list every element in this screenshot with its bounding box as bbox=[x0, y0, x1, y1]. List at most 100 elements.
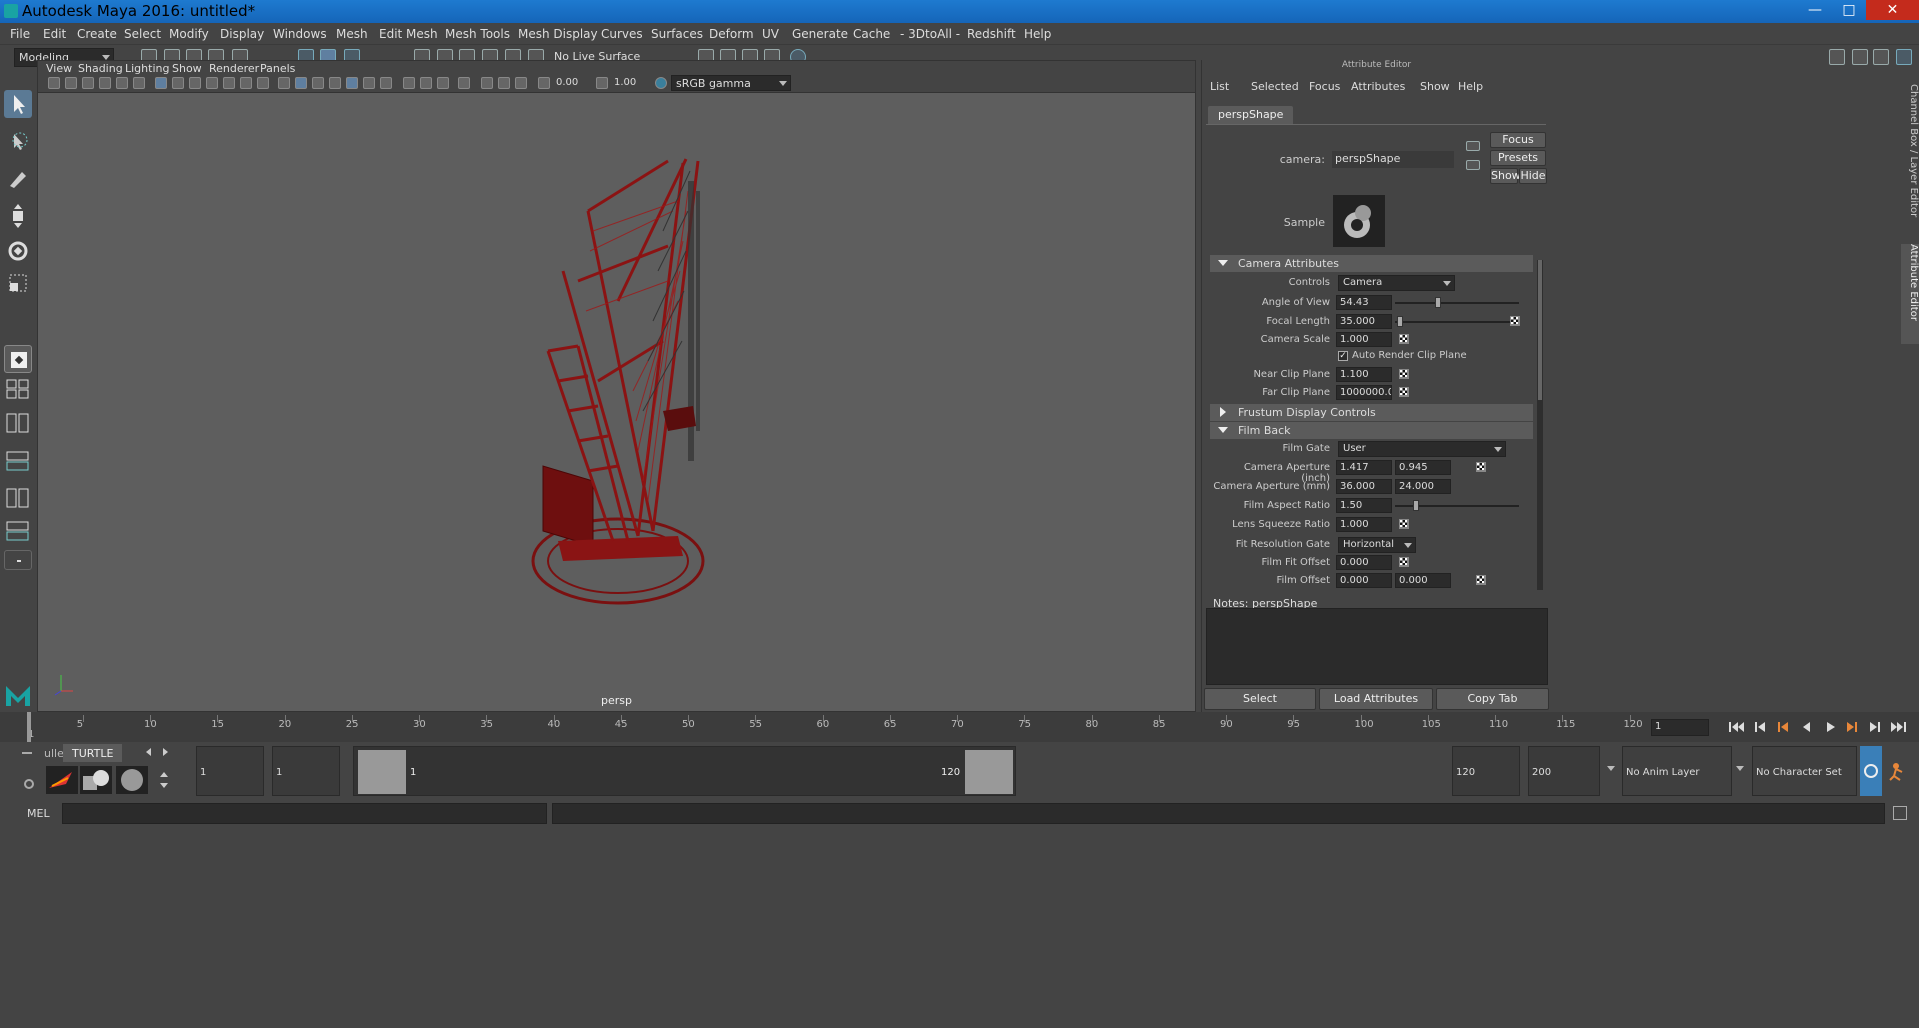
film-offset-x-field[interactable]: 0.000 bbox=[1336, 573, 1392, 588]
menu-mesh-display[interactable]: Mesh Display bbox=[518, 27, 598, 41]
slider-handle[interactable] bbox=[1413, 500, 1419, 511]
smooth-shade-icon[interactable] bbox=[295, 77, 307, 89]
hide-button[interactable]: Hide bbox=[1519, 168, 1547, 184]
layout-custom-icon[interactable] bbox=[4, 550, 32, 570]
shelf-redshift-icon[interactable] bbox=[46, 766, 78, 794]
exposure-field[interactable]: 0.00 bbox=[553, 76, 593, 91]
crane-model[interactable] bbox=[518, 151, 738, 621]
layout-hypershade-icon[interactable] bbox=[4, 520, 32, 542]
aperture-inch-y-field[interactable]: 0.945 bbox=[1395, 460, 1451, 475]
select-camera-icon[interactable] bbox=[48, 77, 60, 89]
near-clip-map-icon[interactable] bbox=[1399, 369, 1409, 379]
anti-aliasing-icon[interactable] bbox=[437, 77, 449, 89]
attribute-scrollbar[interactable] bbox=[1537, 260, 1543, 590]
camera-node-field[interactable]: perspShape bbox=[1332, 151, 1454, 168]
two-d-pan-icon[interactable] bbox=[116, 77, 128, 89]
menu-file[interactable]: File bbox=[10, 27, 30, 41]
near-clip-field[interactable]: 1.100 bbox=[1336, 367, 1392, 382]
input-connection-icon[interactable] bbox=[1466, 141, 1480, 151]
ae-menu-focus[interactable]: Focus bbox=[1309, 80, 1340, 93]
layout-side-by-side-icon[interactable] bbox=[4, 412, 32, 434]
ae-menu-list[interactable]: List bbox=[1210, 80, 1229, 93]
shelf-tab-turtle[interactable]: TURTLE bbox=[63, 744, 123, 762]
angle-of-view-slider[interactable] bbox=[1395, 297, 1519, 308]
range-end-handle[interactable] bbox=[965, 750, 1013, 794]
aperture-inch-map-icon[interactable] bbox=[1476, 462, 1486, 472]
layout-four-pane-icon[interactable] bbox=[4, 378, 32, 400]
output-connection-icon[interactable] bbox=[1466, 160, 1480, 170]
channel-box-toggle-icon[interactable] bbox=[1896, 49, 1912, 65]
focal-length-field[interactable]: 35.000 bbox=[1336, 314, 1392, 329]
lens-squeeze-map-icon[interactable] bbox=[1399, 519, 1409, 529]
section-film-back[interactable]: Film Back bbox=[1210, 422, 1533, 439]
film-gate-dropdown[interactable]: User bbox=[1338, 441, 1506, 457]
layout-persp-graph-icon[interactable] bbox=[4, 487, 32, 509]
tool-settings-icon[interactable] bbox=[1873, 49, 1889, 65]
scrollbar-thumb[interactable] bbox=[1538, 260, 1542, 400]
viewport-menu-view[interactable]: View bbox=[46, 62, 72, 75]
shelf-scroll-left-icon[interactable] bbox=[146, 748, 151, 756]
current-time-marker[interactable] bbox=[27, 712, 31, 742]
viewport-menu-panels[interactable]: Panels bbox=[260, 62, 295, 75]
tab-channel-box[interactable]: Channel Box / Layer Editor bbox=[1901, 84, 1919, 234]
angle-of-view-field[interactable]: 54.43 bbox=[1336, 295, 1392, 310]
menu-generate[interactable]: Generate bbox=[792, 27, 848, 41]
range-end-field[interactable]: 120 bbox=[1452, 746, 1520, 796]
shelf-material-icon[interactable] bbox=[80, 766, 112, 794]
film-offset-y-field[interactable]: 0.000 bbox=[1395, 573, 1451, 588]
start-time-field[interactable]: 1 bbox=[196, 746, 264, 796]
presets-button[interactable]: Presets bbox=[1490, 150, 1546, 166]
aperture-mm-x-field[interactable]: 36.000 bbox=[1336, 479, 1392, 494]
notes-textarea[interactable] bbox=[1206, 608, 1548, 685]
shelf-sphere-icon[interactable] bbox=[116, 766, 148, 794]
close-button[interactable]: ✕ bbox=[1866, 0, 1919, 20]
xray-icon[interactable] bbox=[481, 77, 493, 89]
menu-help[interactable]: Help bbox=[1024, 27, 1051, 41]
xray-active-icon[interactable] bbox=[498, 77, 510, 89]
safe-action-icon[interactable] bbox=[240, 77, 252, 89]
gate-mask-icon[interactable] bbox=[206, 77, 218, 89]
viewport-panel[interactable]: View Shading Lighting Show Renderer Pane… bbox=[37, 60, 1196, 712]
tab-attribute-editor[interactable]: Attribute Editor bbox=[1901, 244, 1919, 344]
menu-cache[interactable]: Cache bbox=[853, 27, 890, 41]
isolate-select-icon[interactable] bbox=[458, 77, 470, 89]
minimize-button[interactable]: — bbox=[1798, 0, 1832, 20]
film-fit-offset-field[interactable]: 0.000 bbox=[1336, 555, 1392, 570]
image-plane-icon[interactable] bbox=[99, 77, 111, 89]
focus-button[interactable]: Focus bbox=[1490, 132, 1546, 148]
menu-create[interactable]: Create bbox=[77, 27, 117, 41]
aperture-inch-x-field[interactable]: 1.417 bbox=[1336, 460, 1392, 475]
slider-handle[interactable] bbox=[1397, 316, 1403, 327]
load-attributes-button[interactable]: Load Attributes bbox=[1319, 688, 1433, 710]
maximize-button[interactable]: □ bbox=[1832, 0, 1866, 20]
tab-perspshape[interactable]: perspShape bbox=[1208, 106, 1294, 124]
menu-uv[interactable]: UV bbox=[762, 27, 779, 41]
lens-squeeze-field[interactable]: 1.000 bbox=[1336, 517, 1392, 532]
exposure-icon[interactable] bbox=[538, 77, 550, 89]
wireframe-icon[interactable] bbox=[278, 77, 290, 89]
focal-length-slider[interactable] bbox=[1395, 316, 1519, 327]
viewport-menu-lighting[interactable]: Lighting bbox=[125, 62, 169, 75]
attribute-editor-toggle-icon[interactable] bbox=[1852, 49, 1868, 65]
viewport-menu-renderer[interactable]: Renderer bbox=[209, 62, 259, 75]
auto-key-icon[interactable] bbox=[1860, 746, 1882, 796]
shelf-scroll-right-icon[interactable] bbox=[163, 748, 168, 756]
menu-deform[interactable]: Deform bbox=[709, 27, 754, 41]
menu-edit-mesh[interactable]: Edit Mesh bbox=[379, 27, 438, 41]
chevron-down-icon[interactable] bbox=[1607, 766, 1615, 771]
menu-modify[interactable]: Modify bbox=[169, 27, 209, 41]
command-language-label[interactable]: MEL bbox=[27, 807, 50, 820]
far-clip-map-icon[interactable] bbox=[1399, 387, 1409, 397]
grid-icon[interactable] bbox=[155, 77, 167, 89]
anim-layer-field[interactable]: No Anim Layer bbox=[1622, 746, 1732, 796]
camera-scale-field[interactable]: 1.000 bbox=[1336, 332, 1392, 347]
camera-scale-map-icon[interactable] bbox=[1399, 334, 1409, 344]
ae-menu-help[interactable]: Help bbox=[1458, 80, 1483, 93]
layout-single-pane-icon[interactable] bbox=[4, 345, 32, 373]
menu-mesh-tools[interactable]: Mesh Tools bbox=[445, 27, 510, 41]
shelf-menu-icon[interactable] bbox=[22, 752, 32, 754]
controls-dropdown[interactable]: Camera bbox=[1338, 275, 1455, 291]
wireframe-on-shaded-icon[interactable] bbox=[329, 77, 341, 89]
range-start-field[interactable]: 1 bbox=[272, 746, 340, 796]
maya-home-icon[interactable] bbox=[4, 680, 32, 710]
